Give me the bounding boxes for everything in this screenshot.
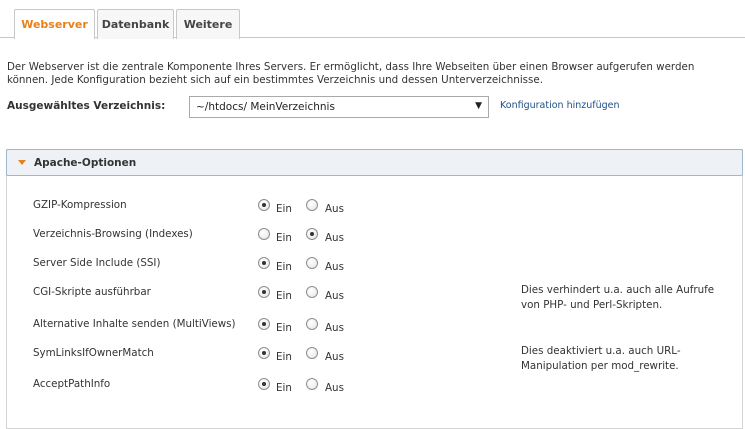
option-label: GZIP-Kompression (33, 199, 127, 211)
radio-ein-label: Ein (276, 382, 292, 394)
radio-ein[interactable] (258, 378, 270, 390)
radio-aus-label: Aus (325, 322, 344, 334)
radio-ein[interactable] (258, 318, 270, 330)
directory-select[interactable]: ~/htdocs/ MeinVerzeichnis ▼ (189, 96, 489, 118)
tab-datenbank[interactable]: Datenbank (97, 9, 174, 39)
radio-aus-label: Aus (325, 290, 344, 302)
description-text: Der Webserver ist die zentrale Komponent… (7, 61, 695, 86)
option-label: Alternative Inhalte senden (MultiViews) (33, 318, 236, 330)
option-note: Dies verhindert u.a. auch alle Aufrufe v… (521, 284, 715, 311)
radio-aus[interactable] (306, 228, 318, 240)
tab-weitere[interactable]: Weitere (176, 9, 240, 39)
option-note: Dies deaktiviert u.a. auch URL-Manipulat… (521, 345, 681, 372)
radio-ein[interactable] (258, 286, 270, 298)
option-row: Server Side Include (SSI) Ein Aus (0, 257, 745, 277)
option-row: Verzeichnis-Browsing (Indexes) Ein Aus (0, 228, 745, 248)
radio-ein-label: Ein (276, 261, 292, 273)
option-label: CGI-Skripte ausführbar (33, 286, 151, 298)
radio-aus[interactable] (306, 286, 318, 298)
collapse-triangle-icon (18, 160, 26, 165)
radio-aus[interactable] (306, 378, 318, 390)
panel-title: Apache-Optionen (34, 156, 137, 169)
add-configuration-link[interactable]: Konfiguration hinzufügen (500, 100, 620, 111)
option-label: Verzeichnis-Browsing (Indexes) (33, 228, 193, 240)
radio-aus[interactable] (306, 199, 318, 211)
radio-aus-label: Aus (325, 382, 344, 394)
radio-ein-label: Ein (276, 232, 292, 244)
radio-ein-label: Ein (276, 322, 292, 334)
tab-bar: Webserver Datenbank Weitere (0, 0, 745, 39)
radio-ein[interactable] (258, 347, 270, 359)
dropdown-arrow-icon: ▼ (475, 101, 482, 111)
radio-ein-label: Ein (276, 351, 292, 363)
option-row: AcceptPathInfo Ein Aus (0, 378, 745, 398)
radio-aus[interactable] (306, 257, 318, 269)
directory-label: Ausgewähltes Verzeichnis: (7, 100, 166, 112)
radio-ein-label: Ein (276, 290, 292, 302)
option-label: AcceptPathInfo (33, 378, 111, 390)
radio-aus-label: Aus (325, 203, 344, 215)
radio-aus-label: Aus (325, 232, 344, 244)
radio-aus[interactable] (306, 318, 318, 330)
radio-aus-label: Aus (325, 261, 344, 273)
option-row: GZIP-Kompression Ein Aus (0, 199, 745, 219)
option-label: SymLinksIfOwnerMatch (33, 347, 154, 359)
radio-ein[interactable] (258, 199, 270, 211)
radio-aus-label: Aus (325, 351, 344, 363)
option-row: Alternative Inhalte senden (MultiViews) E… (0, 318, 745, 338)
radio-ein-label: Ein (276, 203, 292, 215)
radio-ein[interactable] (258, 257, 270, 269)
radio-ein[interactable] (258, 228, 270, 240)
apache-options-header[interactable]: Apache-Optionen (6, 149, 743, 176)
radio-aus[interactable] (306, 347, 318, 359)
tab-webserver[interactable]: Webserver (14, 9, 95, 39)
option-label: Server Side Include (SSI) (33, 257, 161, 269)
directory-select-value: ~/htdocs/ MeinVerzeichnis (196, 101, 335, 113)
